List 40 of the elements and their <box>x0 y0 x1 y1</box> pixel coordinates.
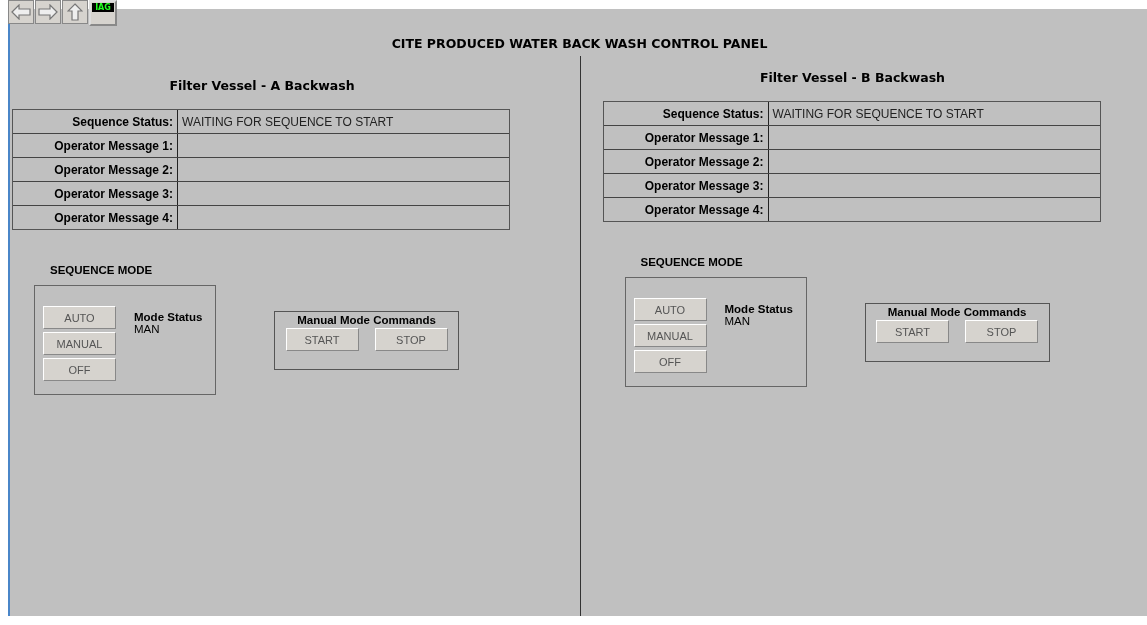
row-value: WAITING FOR SEQUENCE TO START <box>181 113 395 131</box>
up-arrow-icon <box>67 3 83 21</box>
vessel-heading: Filter Vessel - A Backwash <box>168 78 356 93</box>
command-button[interactable]: START <box>876 320 949 343</box>
left-arrow-icon <box>11 4 31 20</box>
mode-button[interactable]: AUTO <box>633 298 707 321</box>
command-button[interactable]: START <box>285 328 359 351</box>
row-label: Operator Message 4: <box>13 206 178 229</box>
logo-button[interactable]: IAG <box>89 0 117 26</box>
row-label: Operator Message 4: <box>603 198 769 221</box>
mode-button[interactable]: MANUAL <box>43 332 116 355</box>
sequence-mode-title: SEQUENCE MODE <box>640 256 744 268</box>
forward-button[interactable] <box>35 0 61 24</box>
row-label: Operator Message 1: <box>603 126 769 149</box>
vessel-heading: Filter Vessel - B Backwash <box>759 70 946 85</box>
mode-button[interactable]: OFF <box>633 350 707 373</box>
mode-button[interactable]: AUTO <box>43 306 116 329</box>
up-button[interactable] <box>62 0 88 24</box>
mode-button[interactable]: OFF <box>43 358 116 381</box>
mode-button[interactable]: MANUAL <box>633 324 707 347</box>
row-label: Sequence Status: <box>603 102 769 125</box>
mode-status-label: Mode Status <box>724 303 793 315</box>
mode-status-value: MAN <box>134 323 161 335</box>
manual-commands-title: Manual Mode Commands <box>887 306 1027 318</box>
row-label: Operator Message 2: <box>13 158 178 181</box>
mode-status-label: Mode Status <box>134 311 203 323</box>
row-label: Operator Message 3: <box>603 174 769 197</box>
row-label: Operator Message 3: <box>13 182 178 205</box>
row-label: Operator Message 1: <box>13 134 178 157</box>
row-label: Sequence Status: <box>13 110 178 133</box>
row-value: WAITING FOR SEQUENCE TO START <box>771 105 985 123</box>
command-button[interactable]: STOP <box>374 328 448 351</box>
row-label: Operator Message 2: <box>603 150 769 173</box>
panel-title: CITE PRODUCED WATER BACK WASH CONTROL PANEL <box>391 36 768 53</box>
mode-status-value: MAN <box>724 315 752 327</box>
manual-commands-title: Manual Mode Commands <box>297 314 436 326</box>
back-button[interactable] <box>8 0 34 24</box>
command-button[interactable]: STOP <box>965 320 1038 343</box>
right-arrow-icon <box>38 4 58 20</box>
sequence-mode-title: SEQUENCE MODE <box>50 264 154 276</box>
